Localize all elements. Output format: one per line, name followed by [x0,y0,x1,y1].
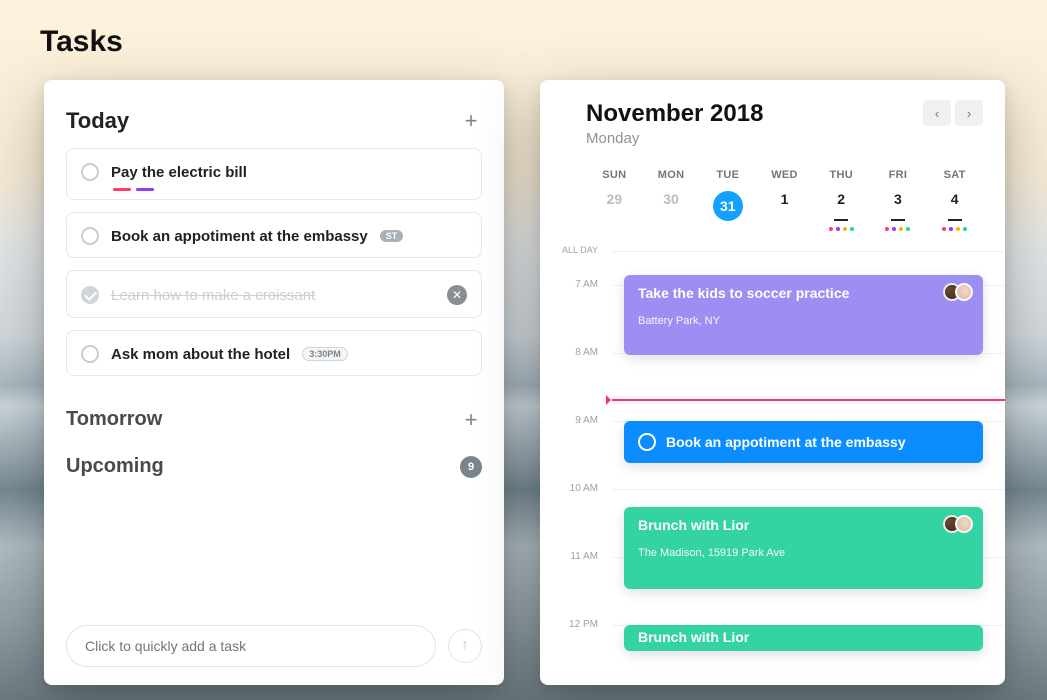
weekday-label: THU [813,169,870,181]
date-cell[interactable]: 1 [756,187,813,231]
hour-label: 7 AM [552,279,604,290]
event-title: Book an appotiment at the embassy [666,434,906,450]
event-avatars [949,515,973,533]
chevron-right-icon: › [967,106,971,121]
task-title: Learn how to make a croissant [111,287,435,304]
upcoming-count-badge: 9 [460,456,482,478]
task-tags [113,188,154,191]
date-cell-selected[interactable]: 31 [699,187,756,231]
task-checkbox[interactable] [81,163,99,181]
plus-icon: + [465,407,478,433]
chevron-left-icon: ‹ [935,106,939,121]
event-title: Take the kids to soccer practice [638,285,969,301]
calendar-month-title: November 2018 [586,100,763,128]
event-title: Brunch with Lior [638,629,969,645]
task-item-completed[interactable]: Learn how to make a croissant ✕ [66,270,482,318]
task-time-pill: 3:30PM [302,347,348,361]
hour-label: 10 AM [552,483,604,494]
task-title: Pay the electric bill [111,164,247,181]
task-checkbox[interactable] [81,227,99,245]
calendar-event[interactable]: Brunch with Lior [624,625,983,651]
task-item[interactable]: Pay the electric bill [66,148,482,200]
calendar-day-grid: ALL DAY 7 AM 8 AM 9 AM 10 AM 11 AM 12 PM… [552,245,983,665]
date-cell[interactable]: 2 [813,187,870,231]
plus-icon: + [465,108,478,134]
close-icon: ✕ [452,288,462,302]
weekday-header: SUN MON TUE WED THU FRI SAT [586,169,983,181]
date-cell[interactable]: 3 [870,187,927,231]
calendar-event[interactable]: Brunch with Lior The Madison, 15919 Park… [624,507,983,589]
calendar-next-button[interactable]: › [955,100,983,126]
calendar-day-subtitle: Monday [586,130,763,147]
hour-label: 9 AM [552,415,604,426]
weekday-label: SUN [586,169,643,181]
current-time-indicator [612,399,1005,401]
calendar-panel: November 2018 Monday ‹ › SUN MON TUE WED… [540,80,1005,685]
event-location: Battery Park, NY [638,315,969,327]
date-cell[interactable]: 4 [926,187,983,231]
avatar [955,515,973,533]
weekday-label: FRI [870,169,927,181]
quick-add-input[interactable] [66,625,436,667]
task-title: Book an appotiment at the embassy [111,228,368,245]
calendar-prev-button[interactable]: ‹ [923,100,951,126]
event-avatars [949,283,973,301]
task-checkbox-checked[interactable] [81,286,99,304]
weekday-label: MON [643,169,700,181]
tasks-panel: Today + Pay the electric bill Book an ap… [44,80,504,685]
section-tomorrow-title: Tomorrow [66,408,162,431]
event-checkbox[interactable] [638,433,656,451]
quick-add-submit-button[interactable]: ↑ [448,629,482,663]
page-title: Tasks [40,25,123,59]
avatar [955,283,973,301]
task-item[interactable]: Ask mom about the hotel 3:30PM [66,330,482,376]
arrow-up-icon: ↑ [461,637,469,655]
section-upcoming-title: Upcoming [66,455,164,478]
task-title: Ask mom about the hotel [111,346,290,363]
hour-label: 8 AM [552,347,604,358]
hour-label: 11 AM [552,551,604,562]
all-day-label: ALL DAY [562,245,598,255]
weekday-label: WED [756,169,813,181]
hour-label: 12 PM [552,619,604,630]
date-cell[interactable]: 30 [643,187,700,231]
add-task-today-button[interactable]: + [460,110,482,132]
event-location: The Madison, 15919 Park Ave [638,547,969,559]
section-today-title: Today [66,108,129,134]
calendar-event[interactable]: Take the kids to soccer practice Battery… [624,275,983,355]
task-item[interactable]: Book an appotiment at the embassy ST [66,212,482,258]
add-task-tomorrow-button[interactable]: + [460,409,482,431]
calendar-event[interactable]: Book an appotiment at the embassy [624,421,983,463]
task-checkbox[interactable] [81,345,99,363]
date-cell[interactable]: 29 [586,187,643,231]
weekday-label: TUE [699,169,756,181]
delete-task-button[interactable]: ✕ [447,285,467,305]
weekday-label: SAT [926,169,983,181]
task-subtask-badge: ST [380,230,404,242]
event-title: Brunch with Lior [638,517,969,533]
